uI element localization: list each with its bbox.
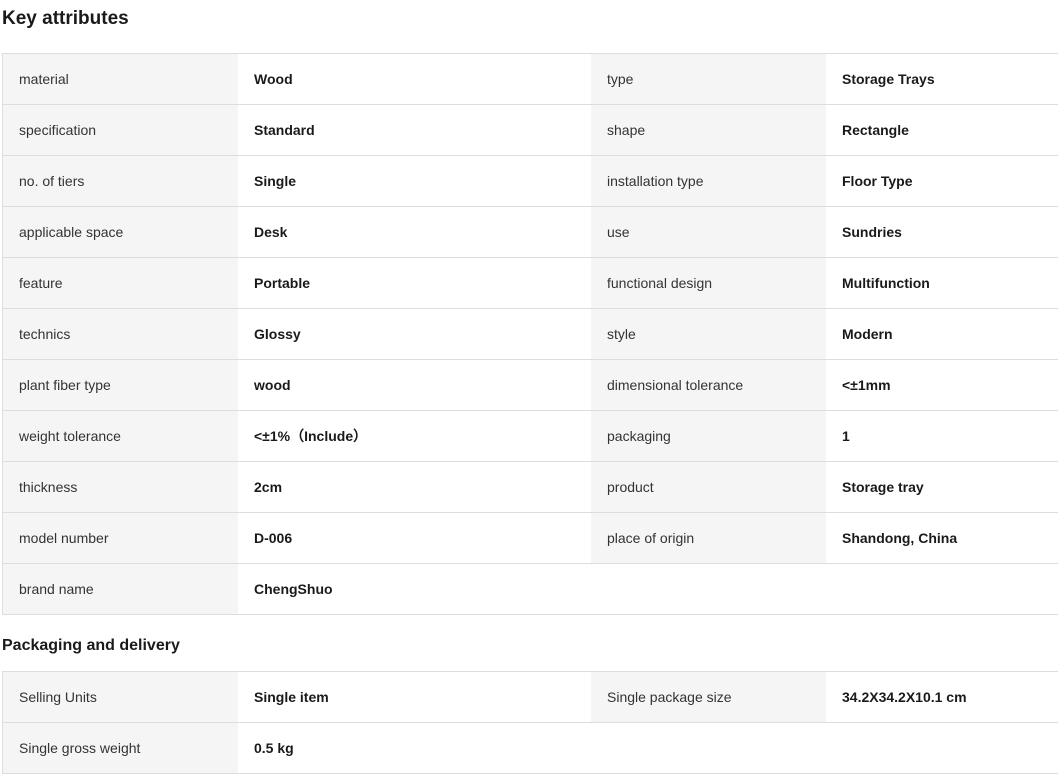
attribute-label: model number bbox=[3, 513, 238, 563]
attribute-label: thickness bbox=[3, 462, 238, 512]
attribute-row: technics Glossy style Modern bbox=[3, 309, 1058, 360]
attribute-value: Standard bbox=[238, 105, 591, 155]
attribute-label: dimensional tolerance bbox=[591, 360, 826, 410]
attribute-label: installation type bbox=[591, 156, 826, 206]
attribute-label: place of origin bbox=[591, 513, 826, 563]
attribute-label: plant fiber type bbox=[3, 360, 238, 410]
attribute-label: functional design bbox=[591, 258, 826, 308]
attribute-label: specification bbox=[3, 105, 238, 155]
attribute-label: style bbox=[591, 309, 826, 359]
attribute-row: thickness 2cm product Storage tray bbox=[3, 462, 1058, 513]
attribute-label: no. of tiers bbox=[3, 156, 238, 206]
attribute-value: 2cm bbox=[238, 462, 591, 512]
attribute-label: Selling Units bbox=[3, 672, 238, 722]
attribute-label: use bbox=[591, 207, 826, 257]
attribute-value: D-006 bbox=[238, 513, 591, 563]
attribute-label: shape bbox=[591, 105, 826, 155]
attribute-label: technics bbox=[3, 309, 238, 359]
attribute-value: Storage tray bbox=[826, 462, 1058, 512]
attribute-row: Single gross weight 0.5 kg bbox=[3, 723, 1058, 774]
attribute-value: Sundries bbox=[826, 207, 1058, 257]
attribute-row: model number D-006 place of origin Shand… bbox=[3, 513, 1058, 564]
attribute-label: type bbox=[591, 54, 826, 104]
empty-cell bbox=[591, 564, 1058, 614]
attribute-value: 34.2X34.2X10.1 cm bbox=[826, 672, 1058, 722]
attribute-value: Floor Type bbox=[826, 156, 1058, 206]
attribute-value: Single bbox=[238, 156, 591, 206]
attribute-label: weight tolerance bbox=[3, 411, 238, 461]
attribute-label: product bbox=[591, 462, 826, 512]
attribute-value: <±1%（Include） bbox=[238, 411, 591, 461]
attribute-value: <±1mm bbox=[826, 360, 1058, 410]
attribute-label: material bbox=[3, 54, 238, 104]
packaging-delivery-title: Packaging and delivery bbox=[2, 637, 180, 654]
attribute-value: ChengShuo bbox=[238, 564, 591, 614]
attribute-value: 1 bbox=[826, 411, 1058, 461]
attribute-value: Multifunction bbox=[826, 258, 1058, 308]
attribute-value: Storage Trays bbox=[826, 54, 1058, 104]
attribute-row: plant fiber type wood dimensional tolera… bbox=[3, 360, 1058, 411]
attribute-row: specification Standard shape Rectangle bbox=[3, 105, 1058, 156]
key-attributes-table: material Wood type Storage Trays specifi… bbox=[2, 53, 1058, 615]
attribute-row: applicable space Desk use Sundries bbox=[3, 207, 1058, 258]
attribute-value: wood bbox=[238, 360, 591, 410]
attribute-row: feature Portable functional design Multi… bbox=[3, 258, 1058, 309]
attribute-value: Portable bbox=[238, 258, 591, 308]
attribute-row: weight tolerance <±1%（Include） packaging… bbox=[3, 411, 1058, 462]
attribute-value: Desk bbox=[238, 207, 591, 257]
attribute-label: Single package size bbox=[591, 672, 826, 722]
attribute-label: packaging bbox=[591, 411, 826, 461]
attribute-value: Single item bbox=[238, 672, 591, 722]
attribute-value: Wood bbox=[238, 54, 591, 104]
attribute-label: feature bbox=[3, 258, 238, 308]
attribute-row: Selling Units Single item Single package… bbox=[3, 672, 1058, 723]
attribute-label: applicable space bbox=[3, 207, 238, 257]
attribute-value: Shandong, China bbox=[826, 513, 1058, 563]
attribute-value: Glossy bbox=[238, 309, 591, 359]
attribute-row: material Wood type Storage Trays bbox=[3, 54, 1058, 105]
attribute-row: brand name ChengShuo bbox=[3, 564, 1058, 615]
attribute-label: brand name bbox=[3, 564, 238, 614]
attribute-value: Modern bbox=[826, 309, 1058, 359]
key-attributes-title: Key attributes bbox=[2, 8, 129, 29]
attribute-row: no. of tiers Single installation type Fl… bbox=[3, 156, 1058, 207]
packaging-delivery-table: Selling Units Single item Single package… bbox=[2, 671, 1058, 774]
attribute-value: Rectangle bbox=[826, 105, 1058, 155]
